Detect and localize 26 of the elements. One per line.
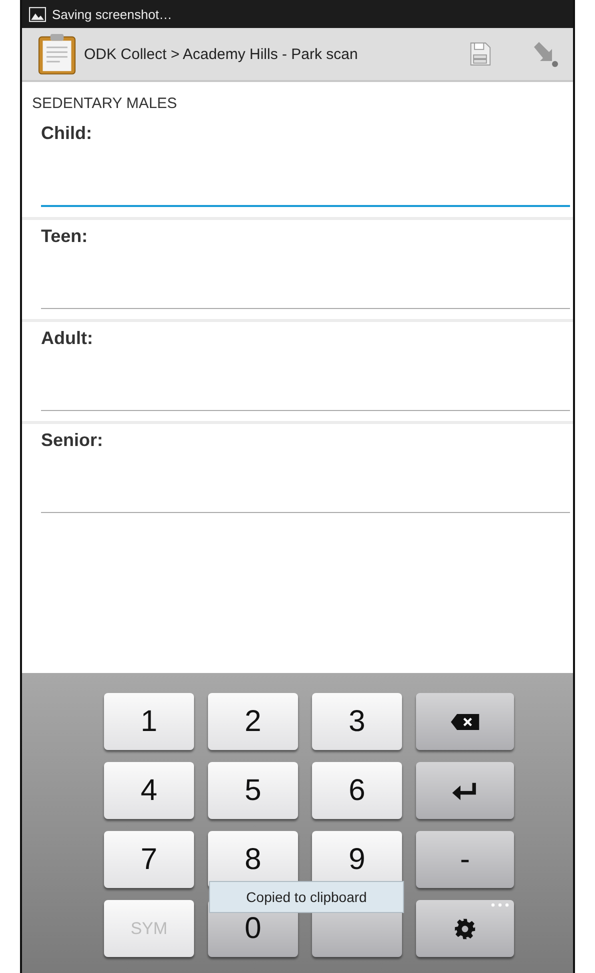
clipboard-toast: Copied to clipboard: [209, 881, 404, 913]
settings-icon: [454, 918, 476, 940]
image-icon: [29, 6, 46, 22]
question-label: Senior:: [41, 430, 104, 452]
key[interactable]: 5: [208, 762, 298, 819]
key[interactable]: 1: [104, 693, 194, 750]
settings-key[interactable]: [416, 900, 514, 957]
backspace-key[interactable]: [416, 693, 514, 750]
app-title: ODK Collect > Academy Hills - Park scan: [84, 46, 359, 62]
more-icon: [491, 903, 509, 907]
notification-text: Saving screenshot…: [52, 6, 172, 22]
arrow-icon[interactable]: [531, 40, 559, 68]
backspace-icon: [450, 712, 480, 732]
question-label: Child:: [41, 123, 93, 145]
key[interactable]: 3: [312, 693, 402, 750]
question-label: Adult:: [41, 328, 94, 350]
enter-key[interactable]: [416, 762, 514, 819]
key[interactable]: 2: [208, 693, 298, 750]
key[interactable]: 7: [104, 831, 194, 888]
save-icon[interactable]: [469, 41, 491, 67]
clipboard-icon[interactable]: [38, 33, 76, 75]
key[interactable]: 6: [312, 762, 402, 819]
key[interactable]: 4: [104, 762, 194, 819]
key[interactable]: -: [416, 831, 514, 888]
group-title: SEDENTARY MALES: [31, 95, 178, 114]
question-label: Teen:: [41, 226, 89, 248]
